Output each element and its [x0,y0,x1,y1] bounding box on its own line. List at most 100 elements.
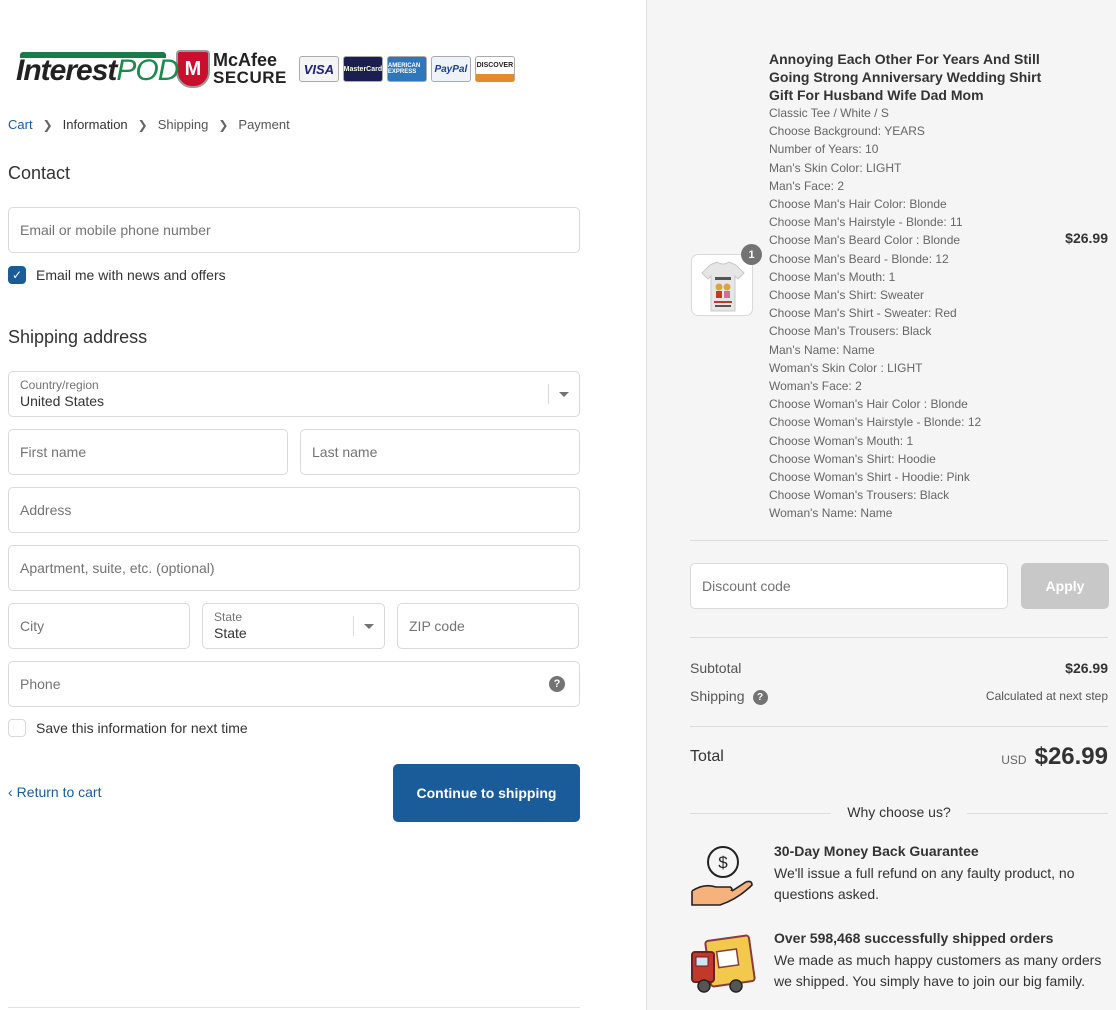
save-info-checkbox[interactable] [8,719,26,737]
option-line: Choose Man's Shirt - Sweater: Red [769,306,957,321]
svg-text:$: $ [718,853,728,872]
save-info-label: Save this information for next time [36,720,248,736]
option-line: Choose Man's Beard Color : Blonde [769,233,961,248]
tshirt-icon [701,261,745,312]
country-label: Country/region [20,378,99,392]
feature-shipped-orders: Over 598,468 successfully shipped orders… [690,930,1108,1010]
apartment-field[interactable]: Apartment, suite, etc. (optional) [8,545,580,591]
mcafee-secure: SECURE [213,68,287,87]
phone-placeholder: Phone [20,676,61,692]
city-placeholder: City [20,618,45,634]
first-name-field[interactable]: First name [8,429,288,475]
amex-card-icon: AMERICAN EXPRESS [386,56,427,82]
mcafee-secure-badge: M McAfee SECURE [176,49,287,89]
continue-to-shipping-button[interactable]: Continue to shipping [393,764,580,822]
option-line: Choose Man's Mouth: 1 [769,269,896,284]
product-thumbnail [691,254,753,316]
feature-description: We made as much happy customers as many … [774,952,1102,989]
country-value: United States [20,393,105,409]
product-title: Annoying Each Other For Years And Still … [769,51,1042,103]
apartment-placeholder: Apartment, suite, etc. (optional) [20,560,215,576]
option-line: Woman's Face: 2 [769,379,862,394]
chevron-down-icon [559,392,569,397]
order-summary-sidebar: 1 Annoying Each Other For Years And Stil… [646,0,1116,1010]
discount-placeholder: Discount code [702,578,791,594]
line-item-price: $26.99 [1065,230,1108,246]
mcafee-name: McAfee [213,50,278,70]
chevron-right-icon: ❯ [42,117,53,132]
option-line: Choose Man's Hair Color: Blonde [769,197,947,212]
chevron-down-icon [364,624,374,629]
chevron-left-icon: ‹ [8,784,13,800]
return-to-cart-label: Return to cart [16,784,102,800]
newsletter-label: Email me with news and offers [36,267,226,283]
option-line: Classic Tee / White / S [769,106,889,120]
paypal-card-icon: PayPal [430,56,471,82]
last-name-field[interactable]: Last name [300,429,580,475]
divider [690,540,1108,541]
option-line: Choose Woman's Shirt - Hoodie: Pink [769,470,970,485]
brand-logo[interactable]: InterestPOD [16,48,179,90]
option-line: Choose Woman's Trousers: Black [769,488,950,503]
phone-field[interactable]: Phone ? [8,661,580,707]
email-field[interactable]: Email or mobile phone number [8,207,580,253]
state-label: State [214,610,243,624]
total-row: Total USD $26.99 [690,743,1108,771]
country-select[interactable]: Country/region United States [8,371,580,417]
mastercard-card-icon: MasterCard [342,56,383,82]
why-choose-us-heading: Why choose us? [831,804,967,820]
subtotal-label: Subtotal [690,660,742,676]
breadcrumb-cart[interactable]: Cart [8,117,33,132]
option-line: Man's Skin Color: LIGHT [769,160,902,175]
option-line: Woman's Name: Name [769,506,893,521]
breadcrumb-payment: Payment [238,117,290,132]
shipping-value: Calculated at next step [985,689,1108,704]
option-line: Choose Man's Trousers: Black [769,324,932,339]
return-to-cart-link[interactable]: ‹ Return to cart [8,784,102,800]
address-field[interactable]: Address [8,487,580,533]
feature-title: Over 598,468 successfully shipped orders [774,930,1054,946]
option-line: Choose Man's Hairstyle - Blonde: 11 [769,215,963,230]
feature-money-back: $ 30-Day Money Back Guarantee We'll issu… [690,843,1108,913]
chevron-right-icon: ❯ [137,117,148,132]
discover-card-icon: DISCOVER [474,56,515,82]
footer-divider [8,1007,580,1008]
brand-name-part1: Interest [16,54,117,87]
email-placeholder: Email or mobile phone number [20,222,211,238]
delivery-truck-icon [691,934,756,993]
shipping-label: Shipping [690,688,745,704]
first-name-placeholder: First name [20,444,87,460]
newsletter-row[interactable]: ✓ Email me with news and offers [8,266,226,284]
save-info-row[interactable]: Save this information for next time [8,719,248,737]
total-value: $26.99 [1034,743,1108,770]
shipping-row: Shipping? Calculated at next step [690,688,1108,705]
brand-name-part2: POD [116,54,179,87]
shipping-address-heading: Shipping address [8,327,148,347]
option-line: Man's Face: 2 [769,178,844,193]
breadcrumb: Cart ❯ Information ❯ Shipping ❯ Payment [8,117,290,132]
apply-discount-button[interactable]: Apply [1021,563,1109,609]
state-select[interactable]: State State [202,603,385,649]
divider [690,637,1108,638]
option-line: Number of Years: 10 [769,142,879,157]
mcafee-shield-icon: M [176,50,210,88]
option-line: Choose Woman's Shirt: Hoodie [769,451,936,466]
header-logos: InterestPOD M McAfee SECURE VISA MasterC… [16,48,515,90]
question-help-icon[interactable]: ? [752,689,768,705]
zip-field[interactable]: ZIP code [397,603,579,649]
option-line: Choose Man's Shirt: Sweater [769,288,925,303]
zip-placeholder: ZIP code [409,618,465,634]
divider [690,726,1108,727]
discount-code-field[interactable]: Discount code [690,563,1008,609]
newsletter-checkbox[interactable]: ✓ [8,266,26,284]
breadcrumb-information: Information [62,117,128,132]
question-help-icon[interactable]: ? [549,676,565,692]
feature-description: We'll issue a full refund on any faulty … [774,865,1075,902]
feature-title: 30-Day Money Back Guarantee [774,843,979,859]
total-label: Total [690,748,724,765]
option-line: Choose Man's Beard - Blonde: 12 [769,251,949,266]
subtotal-value: $26.99 [1065,660,1108,676]
visa-card-icon: VISA [298,56,339,82]
option-line: Man's Name: Name [769,342,875,357]
city-field[interactable]: City [8,603,190,649]
